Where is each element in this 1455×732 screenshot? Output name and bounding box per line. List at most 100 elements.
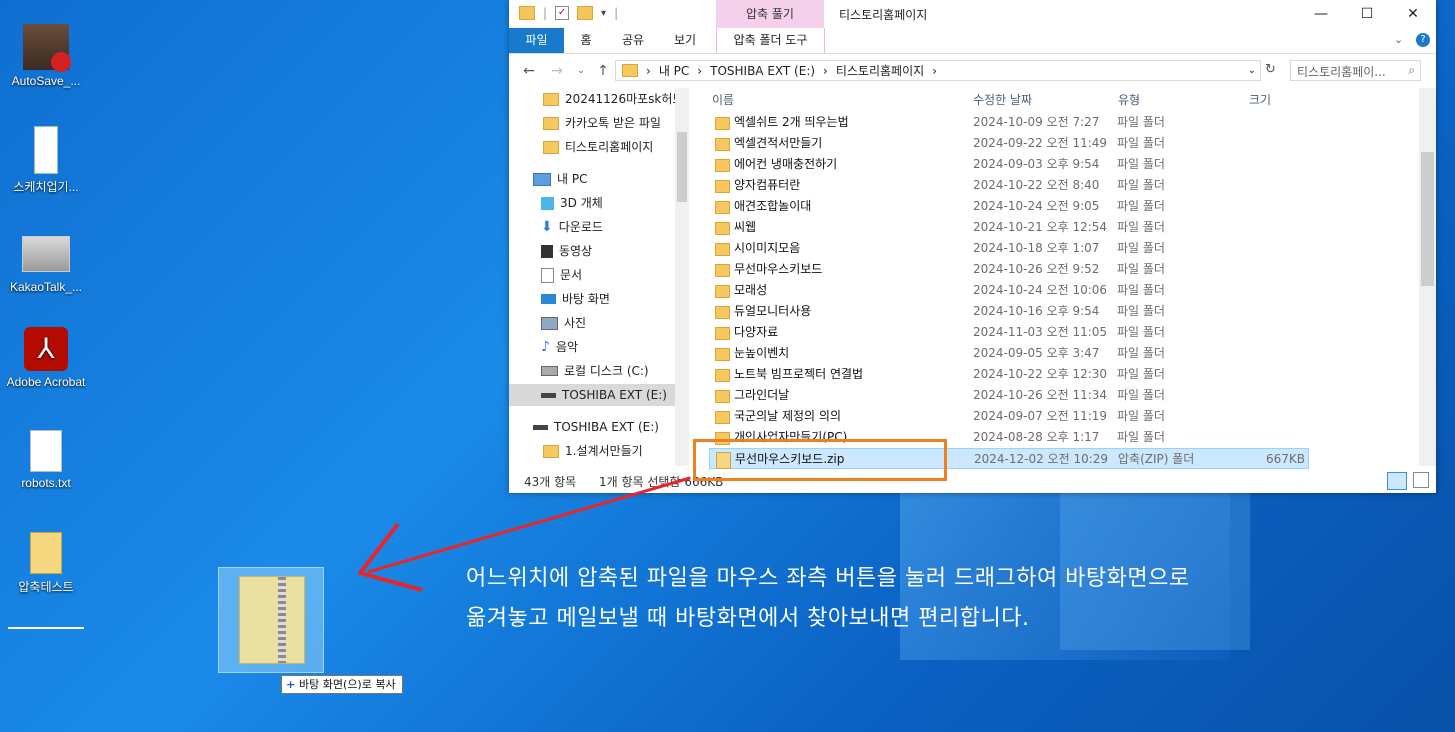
desktop-icon-robots[interactable]: robots.txt	[6, 430, 86, 490]
nav-item[interactable]: 로컬 디스크 (C:)	[541, 360, 649, 382]
recent-dropdown-icon[interactable]: ⌄	[571, 61, 591, 81]
folder-icon	[715, 411, 730, 424]
maximize-button[interactable]: ☐	[1344, 0, 1390, 28]
desktop-icon-zip-test[interactable]: 압축테스트	[6, 532, 86, 595]
address-bar[interactable]: › 내 PC › TOSHIBA EXT (E:) › 티스토리홈페이지 › ⌄	[615, 60, 1261, 81]
file-type: 파일 폴더	[1117, 199, 1165, 213]
breadcrumb-item[interactable]: 티스토리홈페이지	[836, 62, 924, 79]
file-row[interactable]: 눈높이벤치 2024-09-05 오후 3:47 파일 폴더	[709, 343, 1309, 364]
help-icon[interactable]: ?	[1416, 33, 1430, 47]
file-row[interactable]: 무선마우스키보드 2024-10-26 오전 9:52 파일 폴더	[709, 259, 1309, 280]
item-count: 43개 항목	[524, 475, 577, 489]
nav-item-selected[interactable]: TOSHIBA EXT (E:)	[509, 384, 675, 406]
nav-item[interactable]: 20241126마포sk허브	[543, 88, 683, 110]
nav-item[interactable]: 문서	[541, 264, 582, 286]
tab-view[interactable]: 보기	[665, 28, 705, 53]
nav-item[interactable]: 카카오톡 받은 파일	[543, 112, 661, 134]
tab-compressed-folder-tools[interactable]: 압축 폴더 도구	[716, 28, 825, 53]
tab-file[interactable]: 파일	[509, 28, 564, 53]
nav-item[interactable]: 1.설계서만들기	[543, 440, 643, 462]
nav-item[interactable]: TOSHIBA EXT (E:)	[533, 416, 659, 438]
file-name: 그라인더날	[734, 388, 790, 402]
file-row[interactable]: 엑셀쉬트 2개 띄우는법 2024-10-09 오전 7:27 파일 폴더	[709, 112, 1309, 133]
nav-item[interactable]: ⬇ 다운로드	[541, 216, 603, 238]
status-bar: 43개 항목 1개 항목 선택함 666KB	[509, 468, 1436, 493]
file-list[interactable]: 이름 수정한 날짜 유형 크기 엑셀쉬트 2개 띄우는법 2024-10-09 오…	[691, 88, 1436, 469]
download-icon: ⬇	[541, 219, 553, 235]
search-input[interactable]: 티스토리홈페이... ⌕	[1290, 60, 1421, 81]
forward-arrow-icon[interactable]: →	[547, 61, 567, 81]
sketchup-file-icon	[23, 24, 71, 72]
desktop-icon-kakaotalk[interactable]: KakaoTalk_...	[6, 236, 86, 294]
new-folder-icon[interactable]	[577, 6, 594, 20]
chevron-down-icon[interactable]: ⌄	[1248, 65, 1256, 76]
file-date: 2024-10-22 오전 8:40	[973, 178, 1100, 192]
chevron-down-icon[interactable]: ⌄	[1394, 33, 1403, 46]
ribbon-tabs: 파일 홈 공유 보기 압축 폴더 도구 ⌄ ?	[509, 28, 1436, 54]
context-tab-extract[interactable]: 압축 풀기	[716, 0, 824, 28]
tab-home[interactable]: 홈	[569, 28, 603, 53]
desktop-icon-acrobat[interactable]: ⅄ Adobe Acrobat	[6, 327, 86, 389]
column-header-size[interactable]: 크기	[1249, 88, 1271, 112]
nav-scrollbar-thumb[interactable]	[677, 132, 687, 202]
file-row[interactable]: 듀얼모니터사용 2024-10-16 오후 9:54 파일 폴더	[709, 301, 1309, 322]
desktop-icon-autosave[interactable]: AutoSave_...	[6, 24, 86, 88]
properties-icon[interactable]: ✓	[555, 6, 570, 20]
desktop-icon-sketchup[interactable]: 스케치업기...	[6, 126, 86, 195]
file-name: 엑셀쉬트 2개 띄우는법	[734, 115, 849, 129]
back-arrow-icon[interactable]: ←	[519, 61, 539, 81]
breadcrumb-item[interactable]: 내 PC	[659, 62, 689, 79]
folder-icon[interactable]	[519, 6, 535, 20]
nav-item[interactable]: ♪ 음악	[541, 336, 578, 358]
nav-item-this-pc[interactable]: 내 PC	[533, 168, 587, 190]
desktop-icon-label: 스케치업기...	[13, 180, 79, 194]
title-bar[interactable]: | ✓ ▾ | 압축 풀기 티스토리홈페이지 — ☐ ✕	[509, 0, 1436, 28]
navigation-pane[interactable]: 20241126마포sk허브 카카오톡 받은 파일 티스토리홈페이지 내 PC …	[509, 88, 691, 466]
folder-icon	[715, 327, 730, 340]
file-row[interactable]: 그라인더날 2024-10-26 오전 11:34 파일 폴더	[709, 385, 1309, 406]
file-row[interactable]: 엑셀견적서만들기 2024-09-22 오전 11:49 파일 폴더	[709, 133, 1309, 154]
column-header-date[interactable]: 수정한 날짜	[973, 88, 1032, 112]
folder-icon	[715, 306, 730, 319]
zip-folder-icon	[239, 576, 305, 664]
file-row[interactable]: 모래성 2024-10-24 오전 10:06 파일 폴더	[709, 280, 1309, 301]
nav-item[interactable]: 3D 개체	[541, 192, 603, 214]
tab-share[interactable]: 공유	[613, 28, 653, 53]
nav-item[interactable]: 바탕 화면	[541, 288, 610, 310]
file-row[interactable]: 시이미지모음 2024-10-18 오후 1:07 파일 폴더	[709, 238, 1309, 259]
file-row[interactable]: 노트북 빔프로젝터 연결법 2024-10-22 오후 12:30 파일 폴더	[709, 364, 1309, 385]
file-date: 2024-10-24 오전 10:06	[973, 283, 1108, 297]
chevron-down-icon[interactable]: ▾	[601, 8, 606, 19]
file-date: 2024-09-05 오후 3:47	[973, 346, 1100, 360]
desktop-icon-label: robots.txt	[21, 476, 71, 490]
file-row[interactable]: 다양자료 2024-11-03 오전 11:05 파일 폴더	[709, 322, 1309, 343]
nav-item[interactable]: 티스토리홈페이지	[543, 136, 653, 158]
breadcrumb-item[interactable]: TOSHIBA EXT (E:)	[710, 64, 815, 78]
details-view-icon[interactable]	[1387, 472, 1407, 490]
refresh-icon[interactable]: ↻	[1265, 62, 1276, 77]
nav-item[interactable]: 동영상	[541, 240, 592, 262]
minimize-button[interactable]: —	[1298, 0, 1344, 28]
nav-item[interactable]: 사진	[541, 312, 586, 334]
large-icons-view-icon[interactable]	[1413, 472, 1429, 488]
plus-icon: +	[286, 678, 300, 691]
text-file-icon	[30, 430, 62, 472]
desktop-icon-label: 압축테스트	[18, 580, 74, 594]
file-explorer-window[interactable]: | ✓ ▾ | 압축 풀기 티스토리홈페이지 — ☐ ✕ 파일 홈 공유 보기 …	[509, 0, 1436, 493]
file-date: 2024-10-26 오전 11:34	[973, 388, 1108, 402]
file-row[interactable]: 씨웹 2024-10-21 오후 12:54 파일 폴더	[709, 217, 1309, 238]
search-icon: ⌕	[1408, 63, 1415, 77]
file-name: 엑셀견적서만들기	[734, 136, 823, 150]
file-date: 2024-10-22 오후 12:30	[973, 367, 1108, 381]
file-date: 2024-09-22 오전 11:49	[973, 136, 1108, 150]
file-row[interactable]: 국군의날 제정의 의의 2024-09-07 오전 11:19 파일 폴더	[709, 406, 1309, 427]
file-row[interactable]: 애견조합놀이대 2024-10-24 오전 9:05 파일 폴더	[709, 196, 1309, 217]
up-arrow-icon[interactable]: ↑	[593, 61, 613, 81]
file-type: 파일 폴더	[1117, 241, 1165, 255]
column-header-name[interactable]: 이름	[712, 88, 734, 112]
close-button[interactable]: ✕	[1390, 0, 1436, 28]
file-row[interactable]: 에어컨 냉매충전하기 2024-09-03 오후 9:54 파일 폴더	[709, 154, 1309, 175]
file-row[interactable]: 양자컴퓨터란 2024-10-22 오전 8:40 파일 폴더	[709, 175, 1309, 196]
column-header-type[interactable]: 유형	[1118, 88, 1140, 112]
file-list-scrollbar-thumb[interactable]	[1421, 152, 1434, 286]
